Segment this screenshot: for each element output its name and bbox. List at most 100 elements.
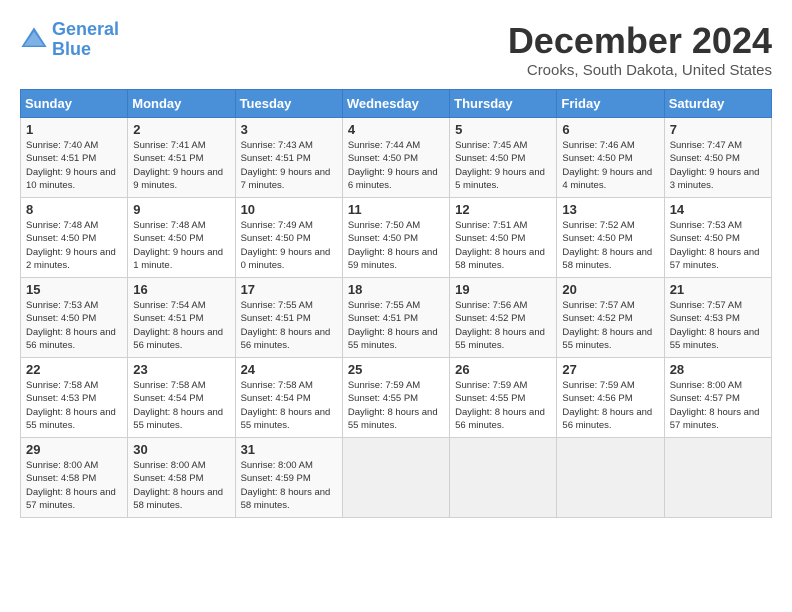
day-cell: 18 Sunrise: 7:55 AM Sunset: 4:51 PM Dayl…	[342, 278, 449, 358]
day-cell: 8 Sunrise: 7:48 AM Sunset: 4:50 PM Dayli…	[21, 198, 128, 278]
calendar-body: 1 Sunrise: 7:40 AM Sunset: 4:51 PM Dayli…	[21, 118, 772, 518]
week-row-4: 22 Sunrise: 7:58 AM Sunset: 4:53 PM Dayl…	[21, 358, 772, 438]
day-number: 28	[670, 362, 766, 377]
week-row-5: 29 Sunrise: 8:00 AM Sunset: 4:58 PM Dayl…	[21, 438, 772, 518]
day-number: 7	[670, 122, 766, 137]
day-cell: 30 Sunrise: 8:00 AM Sunset: 4:58 PM Dayl…	[128, 438, 235, 518]
day-cell: 16 Sunrise: 7:54 AM Sunset: 4:51 PM Dayl…	[128, 278, 235, 358]
day-info: Sunrise: 7:55 AM Sunset: 4:51 PM Dayligh…	[241, 299, 337, 352]
page-header: General Blue December 2024 Crooks, South…	[20, 20, 772, 79]
header-cell-monday: Monday	[128, 90, 235, 118]
logo: General Blue	[20, 20, 119, 60]
day-info: Sunrise: 7:51 AM Sunset: 4:50 PM Dayligh…	[455, 219, 551, 272]
day-info: Sunrise: 7:40 AM Sunset: 4:51 PM Dayligh…	[26, 139, 122, 192]
day-info: Sunrise: 7:58 AM Sunset: 4:54 PM Dayligh…	[133, 379, 229, 432]
day-number: 12	[455, 202, 551, 217]
day-info: Sunrise: 7:46 AM Sunset: 4:50 PM Dayligh…	[562, 139, 658, 192]
day-info: Sunrise: 7:52 AM Sunset: 4:50 PM Dayligh…	[562, 219, 658, 272]
day-cell: 6 Sunrise: 7:46 AM Sunset: 4:50 PM Dayli…	[557, 118, 664, 198]
day-info: Sunrise: 7:49 AM Sunset: 4:50 PM Dayligh…	[241, 219, 337, 272]
header-cell-friday: Friday	[557, 90, 664, 118]
day-cell: 20 Sunrise: 7:57 AM Sunset: 4:52 PM Dayl…	[557, 278, 664, 358]
day-number: 27	[562, 362, 658, 377]
day-cell: 26 Sunrise: 7:59 AM Sunset: 4:55 PM Dayl…	[450, 358, 557, 438]
calendar-table: SundayMondayTuesdayWednesdayThursdayFrid…	[20, 89, 772, 518]
day-number: 29	[26, 442, 122, 457]
location: Crooks, South Dakota, United States	[508, 62, 772, 79]
day-info: Sunrise: 7:45 AM Sunset: 4:50 PM Dayligh…	[455, 139, 551, 192]
day-number: 26	[455, 362, 551, 377]
day-info: Sunrise: 7:43 AM Sunset: 4:51 PM Dayligh…	[241, 139, 337, 192]
day-info: Sunrise: 8:00 AM Sunset: 4:59 PM Dayligh…	[241, 459, 337, 512]
day-cell: 3 Sunrise: 7:43 AM Sunset: 4:51 PM Dayli…	[235, 118, 342, 198]
day-info: Sunrise: 7:59 AM Sunset: 4:55 PM Dayligh…	[455, 379, 551, 432]
day-number: 22	[26, 362, 122, 377]
day-info: Sunrise: 7:54 AM Sunset: 4:51 PM Dayligh…	[133, 299, 229, 352]
day-number: 2	[133, 122, 229, 137]
header-cell-sunday: Sunday	[21, 90, 128, 118]
day-cell: 10 Sunrise: 7:49 AM Sunset: 4:50 PM Dayl…	[235, 198, 342, 278]
day-number: 10	[241, 202, 337, 217]
day-number: 13	[562, 202, 658, 217]
logo-line2: Blue	[52, 39, 91, 59]
day-info: Sunrise: 7:56 AM Sunset: 4:52 PM Dayligh…	[455, 299, 551, 352]
logo-icon	[20, 26, 48, 54]
day-info: Sunrise: 7:58 AM Sunset: 4:54 PM Dayligh…	[241, 379, 337, 432]
day-number: 18	[348, 282, 444, 297]
header-cell-wednesday: Wednesday	[342, 90, 449, 118]
day-number: 8	[26, 202, 122, 217]
header-cell-thursday: Thursday	[450, 90, 557, 118]
day-info: Sunrise: 7:48 AM Sunset: 4:50 PM Dayligh…	[26, 219, 122, 272]
title-block: December 2024 Crooks, South Dakota, Unit…	[508, 20, 772, 79]
day-cell: 19 Sunrise: 7:56 AM Sunset: 4:52 PM Dayl…	[450, 278, 557, 358]
day-info: Sunrise: 7:59 AM Sunset: 4:56 PM Dayligh…	[562, 379, 658, 432]
day-info: Sunrise: 7:58 AM Sunset: 4:53 PM Dayligh…	[26, 379, 122, 432]
day-number: 25	[348, 362, 444, 377]
day-cell: 22 Sunrise: 7:58 AM Sunset: 4:53 PM Dayl…	[21, 358, 128, 438]
day-info: Sunrise: 7:48 AM Sunset: 4:50 PM Dayligh…	[133, 219, 229, 272]
day-info: Sunrise: 7:55 AM Sunset: 4:51 PM Dayligh…	[348, 299, 444, 352]
day-number: 19	[455, 282, 551, 297]
header-row: SundayMondayTuesdayWednesdayThursdayFrid…	[21, 90, 772, 118]
header-cell-tuesday: Tuesday	[235, 90, 342, 118]
day-cell: 1 Sunrise: 7:40 AM Sunset: 4:51 PM Dayli…	[21, 118, 128, 198]
day-info: Sunrise: 8:00 AM Sunset: 4:57 PM Dayligh…	[670, 379, 766, 432]
header-cell-saturday: Saturday	[664, 90, 771, 118]
day-cell	[557, 438, 664, 518]
week-row-2: 8 Sunrise: 7:48 AM Sunset: 4:50 PM Dayli…	[21, 198, 772, 278]
day-info: Sunrise: 7:53 AM Sunset: 4:50 PM Dayligh…	[26, 299, 122, 352]
calendar-header: SundayMondayTuesdayWednesdayThursdayFrid…	[21, 90, 772, 118]
day-number: 15	[26, 282, 122, 297]
day-cell: 14 Sunrise: 7:53 AM Sunset: 4:50 PM Dayl…	[664, 198, 771, 278]
day-cell: 5 Sunrise: 7:45 AM Sunset: 4:50 PM Dayli…	[450, 118, 557, 198]
day-cell: 12 Sunrise: 7:51 AM Sunset: 4:50 PM Dayl…	[450, 198, 557, 278]
day-cell: 11 Sunrise: 7:50 AM Sunset: 4:50 PM Dayl…	[342, 198, 449, 278]
day-cell: 13 Sunrise: 7:52 AM Sunset: 4:50 PM Dayl…	[557, 198, 664, 278]
day-number: 30	[133, 442, 229, 457]
day-info: Sunrise: 7:53 AM Sunset: 4:50 PM Dayligh…	[670, 219, 766, 272]
day-cell	[450, 438, 557, 518]
day-cell: 7 Sunrise: 7:47 AM Sunset: 4:50 PM Dayli…	[664, 118, 771, 198]
day-cell: 4 Sunrise: 7:44 AM Sunset: 4:50 PM Dayli…	[342, 118, 449, 198]
day-cell: 9 Sunrise: 7:48 AM Sunset: 4:50 PM Dayli…	[128, 198, 235, 278]
day-info: Sunrise: 7:57 AM Sunset: 4:53 PM Dayligh…	[670, 299, 766, 352]
day-cell: 24 Sunrise: 7:58 AM Sunset: 4:54 PM Dayl…	[235, 358, 342, 438]
day-cell: 27 Sunrise: 7:59 AM Sunset: 4:56 PM Dayl…	[557, 358, 664, 438]
day-number: 6	[562, 122, 658, 137]
day-cell	[664, 438, 771, 518]
day-number: 16	[133, 282, 229, 297]
logo-text: General Blue	[52, 20, 119, 60]
day-cell: 29 Sunrise: 8:00 AM Sunset: 4:58 PM Dayl…	[21, 438, 128, 518]
month-title: December 2024	[508, 20, 772, 62]
week-row-1: 1 Sunrise: 7:40 AM Sunset: 4:51 PM Dayli…	[21, 118, 772, 198]
day-number: 3	[241, 122, 337, 137]
day-cell: 21 Sunrise: 7:57 AM Sunset: 4:53 PM Dayl…	[664, 278, 771, 358]
day-info: Sunrise: 8:00 AM Sunset: 4:58 PM Dayligh…	[133, 459, 229, 512]
day-number: 9	[133, 202, 229, 217]
day-number: 1	[26, 122, 122, 137]
day-cell: 25 Sunrise: 7:59 AM Sunset: 4:55 PM Dayl…	[342, 358, 449, 438]
day-cell: 17 Sunrise: 7:55 AM Sunset: 4:51 PM Dayl…	[235, 278, 342, 358]
day-info: Sunrise: 7:59 AM Sunset: 4:55 PM Dayligh…	[348, 379, 444, 432]
day-info: Sunrise: 7:41 AM Sunset: 4:51 PM Dayligh…	[133, 139, 229, 192]
day-number: 11	[348, 202, 444, 217]
